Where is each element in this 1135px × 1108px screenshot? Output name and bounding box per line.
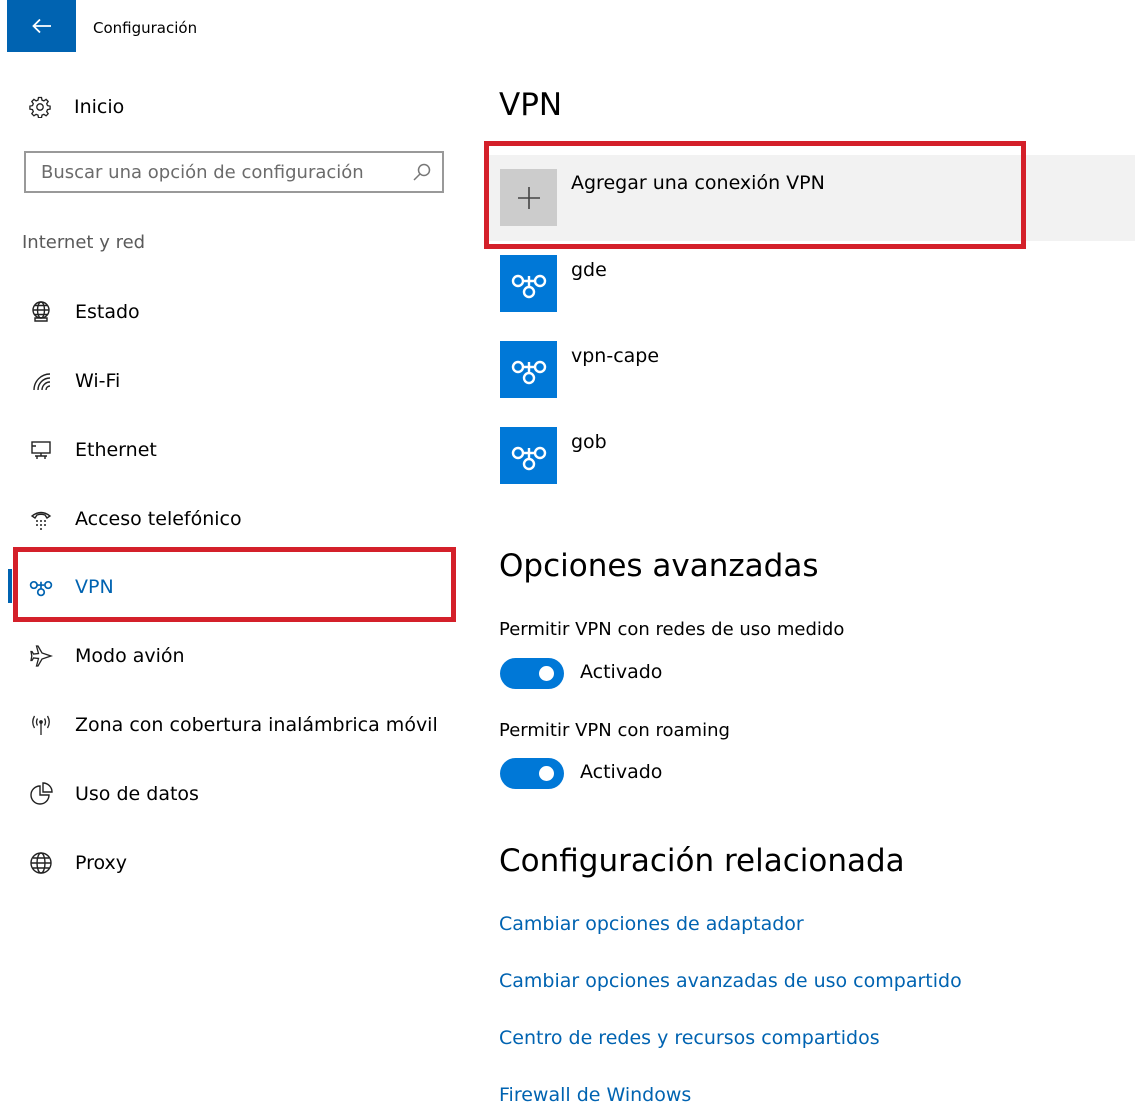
sidebar-item-label: VPN bbox=[75, 576, 114, 598]
vpn-connection-item[interactable]: gob bbox=[500, 427, 1060, 487]
sidebar-item-label: Ethernet bbox=[75, 439, 157, 461]
sidebar-item-wifi[interactable]: Wi-Fi bbox=[27, 363, 120, 399]
vpn-connection-icon bbox=[500, 255, 557, 312]
sidebar-item-mobile-hotspot[interactable]: Zona con cobertura inalámbrica móvil bbox=[27, 707, 438, 743]
metered-vpn-toggle[interactable] bbox=[500, 658, 564, 689]
sidebar-item-estado[interactable]: Estado bbox=[27, 294, 140, 330]
sidebar-item-airplane-mode[interactable]: Modo avión bbox=[27, 638, 185, 674]
vpn-connection-item[interactable]: gde bbox=[500, 255, 1060, 315]
sidebar-item-label: Zona con cobertura inalámbrica móvil bbox=[75, 714, 438, 736]
sidebar-item-label: Estado bbox=[75, 301, 140, 323]
hotspot-icon bbox=[27, 711, 55, 739]
vpn-connection-icon bbox=[500, 427, 557, 484]
metered-vpn-label: Permitir VPN con redes de uso medido bbox=[499, 619, 845, 640]
roaming-vpn-state: Activado bbox=[580, 761, 663, 783]
gear-icon bbox=[27, 96, 53, 118]
search-input[interactable] bbox=[26, 153, 402, 191]
settings-search-box bbox=[24, 151, 444, 193]
vpn-connection-icon bbox=[500, 341, 557, 398]
search-icon[interactable] bbox=[402, 162, 442, 182]
advanced-options-heading: Opciones avanzadas bbox=[499, 548, 819, 584]
advanced-sharing-link[interactable]: Cambiar opciones avanzadas de uso compar… bbox=[499, 970, 962, 992]
home-link[interactable]: Inicio bbox=[27, 92, 124, 122]
vpn-connection-name: gob bbox=[571, 431, 607, 453]
metered-vpn-state: Activado bbox=[580, 661, 663, 683]
dialup-icon bbox=[27, 505, 55, 533]
add-vpn-connection-button[interactable] bbox=[489, 155, 1135, 241]
sidebar-item-label: Proxy bbox=[75, 852, 128, 874]
home-label: Inicio bbox=[74, 96, 125, 118]
ethernet-icon bbox=[27, 436, 55, 464]
related-settings-heading: Configuración relacionada bbox=[499, 843, 905, 879]
windows-firewall-link[interactable]: Firewall de Windows bbox=[499, 1084, 691, 1106]
back-button[interactable] bbox=[7, 0, 76, 52]
data-usage-icon bbox=[27, 780, 55, 808]
window-title: Configuración bbox=[93, 19, 198, 37]
plus-icon bbox=[517, 186, 540, 209]
back-arrow-icon bbox=[31, 18, 51, 34]
vpn-connection-name: vpn-cape bbox=[571, 345, 660, 367]
roaming-vpn-toggle[interactable] bbox=[500, 758, 564, 789]
add-vpn-connection-label: Agregar una conexión VPN bbox=[571, 172, 825, 194]
vpn-icon bbox=[27, 573, 55, 601]
sidebar-item-label: Wi-Fi bbox=[75, 370, 121, 392]
sidebar-item-dialup[interactable]: Acceso telefónico bbox=[27, 501, 242, 537]
sidebar-item-label: Modo avión bbox=[75, 645, 185, 667]
globe-icon bbox=[27, 849, 55, 877]
network-sharing-center-link[interactable]: Centro de redes y recursos compartidos bbox=[499, 1027, 880, 1049]
page-title: VPN bbox=[499, 87, 563, 123]
sidebar-item-ethernet[interactable]: Ethernet bbox=[27, 432, 157, 468]
wifi-icon bbox=[27, 367, 55, 395]
sidebar-item-label: Uso de datos bbox=[75, 783, 199, 805]
adapter-options-link[interactable]: Cambiar opciones de adaptador bbox=[499, 913, 804, 935]
section-label: Internet y red bbox=[22, 232, 146, 253]
sidebar-item-data-usage[interactable]: Uso de datos bbox=[27, 776, 199, 812]
toggle-knob bbox=[539, 766, 554, 781]
globe-monitor-icon bbox=[27, 298, 55, 326]
sidebar-item-proxy[interactable]: Proxy bbox=[27, 845, 127, 881]
active-indicator bbox=[8, 569, 12, 603]
vpn-connection-item[interactable]: vpn-cape bbox=[500, 341, 1060, 401]
sidebar-item-label: Acceso telefónico bbox=[75, 508, 242, 530]
roaming-vpn-label: Permitir VPN con roaming bbox=[499, 720, 730, 741]
sidebar-item-vpn[interactable]: VPN bbox=[27, 569, 114, 605]
add-vpn-tile[interactable] bbox=[500, 169, 557, 226]
toggle-knob bbox=[539, 666, 554, 681]
airplane-icon bbox=[27, 642, 55, 670]
vpn-connection-name: gde bbox=[571, 259, 607, 281]
